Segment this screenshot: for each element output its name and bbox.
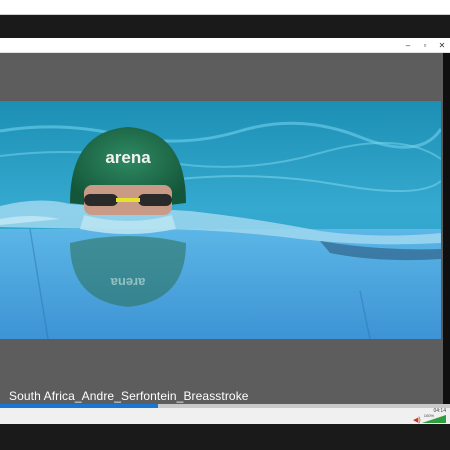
speaker-icon[interactable]: ◀) [413,416,421,424]
top-browser-strip [0,0,450,15]
seek-bar[interactable] [0,404,450,408]
time-display: 04:14 [433,408,446,414]
reflection-text: arena [110,275,145,290]
player-controls: 04:14 100% ◀) [0,404,450,424]
video-caption: South Africa_Andre_Serfontein_Breasstrok… [9,389,249,403]
volume-slider[interactable] [422,415,446,423]
minimize-icon[interactable]: – [399,38,417,52]
close-icon[interactable]: ✕ [433,38,450,52]
maximize-icon[interactable]: ▫ [416,38,434,52]
media-player-window: – ▫ ✕ arena arena South Africa_Andre_Ser… [0,38,450,424]
seek-progress[interactable] [0,404,158,408]
title-bar: – ▫ ✕ [0,38,450,53]
swimmer-scene: arena arena [0,101,441,339]
cap-logo-text: arena [105,148,151,167]
side-panel [443,53,450,404]
video-frame[interactable]: arena arena [0,101,441,339]
taskbar-area [0,424,450,450]
desktop-background [0,15,450,38]
video-area[interactable]: arena arena South Africa_Andre_Serfontei… [0,53,443,404]
